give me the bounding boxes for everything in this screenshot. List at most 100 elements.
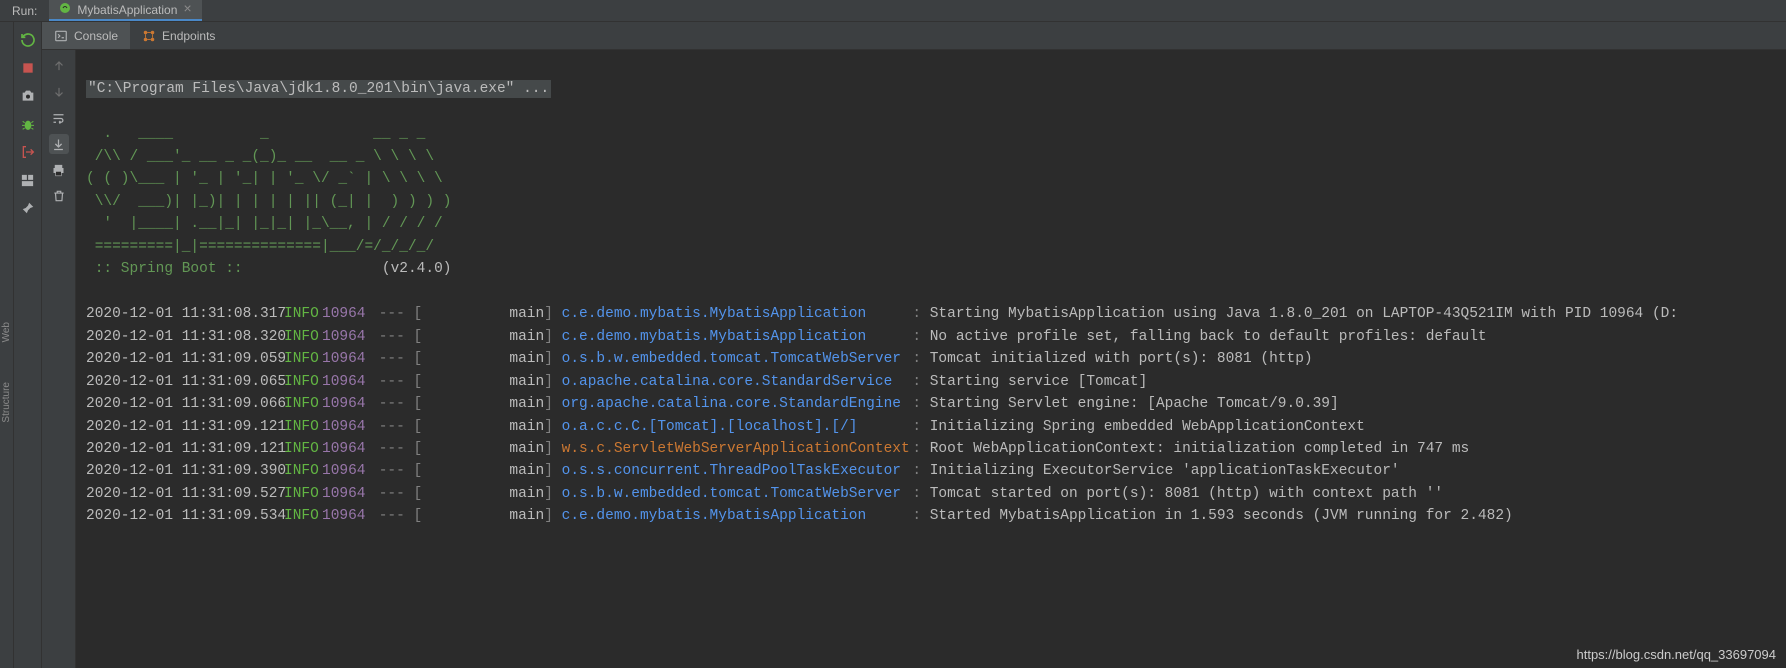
log-timestamp: 2020-12-01 11:31:09.527 xyxy=(86,483,284,505)
log-sep: ] xyxy=(544,483,561,505)
log-message: Tomcat initialized with port(s): 8081 (h… xyxy=(930,348,1313,370)
log-row: 2020-12-01 11:31:09.059INFO10964 --- [ma… xyxy=(86,348,1776,370)
log-sep: : xyxy=(904,326,930,348)
soft-wrap-icon[interactable] xyxy=(49,108,69,128)
log-row: 2020-12-01 11:31:09.534INFO10964 --- [ma… xyxy=(86,505,1776,527)
log-logger: o.a.c.c.C.[Tomcat].[localhost].[/] xyxy=(562,416,904,438)
log-message: Initializing Spring embedded WebApplicat… xyxy=(930,416,1365,438)
log-logger: org.apache.catalina.core.StandardEngine xyxy=(562,393,904,415)
log-thread: main xyxy=(422,348,544,370)
camera-icon[interactable] xyxy=(18,86,38,106)
log-logger: o.apache.catalina.core.StandardService xyxy=(562,371,904,393)
log-sep: --- [ xyxy=(370,371,422,393)
log-row: 2020-12-01 11:31:08.320INFO10964 --- [ma… xyxy=(86,326,1776,348)
log-thread: main xyxy=(422,505,544,527)
log-message: Root WebApplicationContext: initializati… xyxy=(930,438,1470,460)
log-logger: o.s.s.concurrent.ThreadPoolTaskExecutor xyxy=(562,460,904,482)
log-level: INFO xyxy=(284,371,322,393)
dump-threads-icon[interactable] xyxy=(18,114,38,134)
log-thread: main xyxy=(422,460,544,482)
log-message: Starting service [Tomcat] xyxy=(930,371,1148,393)
log-sep: : xyxy=(904,393,930,415)
log-pid: 10964 xyxy=(322,438,370,460)
banner-line: \\/ ___)| |_)| | | | | || (_| | ) ) ) ) xyxy=(86,194,451,210)
console-tab-label: Console xyxy=(74,29,118,43)
sub-tabs: Console Endpoints xyxy=(42,22,1786,50)
left-gutter: Web Structure xyxy=(0,22,14,668)
log-sep: ] xyxy=(544,438,561,460)
log-level: INFO xyxy=(284,303,322,325)
print-icon[interactable] xyxy=(49,160,69,180)
log-sep: --- [ xyxy=(370,505,422,527)
log-row: 2020-12-01 11:31:09.065INFO10964 --- [ma… xyxy=(86,371,1776,393)
log-thread: main xyxy=(422,393,544,415)
endpoints-tab[interactable]: Endpoints xyxy=(130,22,227,49)
log-sep: ] xyxy=(544,326,561,348)
log-sep: : xyxy=(904,483,930,505)
log-timestamp: 2020-12-01 11:31:09.121 xyxy=(86,438,284,460)
banner-line: =========|_|==============|___/=/_/_/_/ xyxy=(86,239,434,255)
web-sidebar-tab[interactable]: Web xyxy=(1,322,12,342)
log-pid: 10964 xyxy=(322,416,370,438)
console-tab[interactable]: Console xyxy=(42,22,130,49)
log-timestamp: 2020-12-01 11:31:09.059 xyxy=(86,348,284,370)
log-logger: w.s.c.ServletWebServerApplicationContext xyxy=(562,438,904,460)
log-timestamp: 2020-12-01 11:31:09.065 xyxy=(86,371,284,393)
log-pid: 10964 xyxy=(322,393,370,415)
banner-line: ' |____| .__|_| |_|_| |_\__, | / / / / xyxy=(86,216,443,232)
log-logger: o.s.b.w.embedded.tomcat.TomcatWebServer xyxy=(562,348,904,370)
scroll-end-icon[interactable] xyxy=(49,134,69,154)
rerun-icon[interactable] xyxy=(18,30,38,50)
log-pid: 10964 xyxy=(322,371,370,393)
run-config-tab[interactable]: MybatisApplication × xyxy=(49,0,201,21)
spring-boot-label: :: Spring Boot :: xyxy=(86,261,243,277)
log-level: INFO xyxy=(284,460,322,482)
banner-line: /\\ / ___'_ __ _ _(_)_ __ __ _ \ \ \ \ xyxy=(86,149,434,165)
clear-icon[interactable] xyxy=(49,186,69,206)
close-icon[interactable]: × xyxy=(183,2,191,18)
log-sep: : xyxy=(904,505,930,527)
log-sep: ] xyxy=(544,416,561,438)
log-timestamp: 2020-12-01 11:31:09.534 xyxy=(86,505,284,527)
run-label: Run: xyxy=(0,4,49,18)
log-thread: main xyxy=(422,326,544,348)
exit-icon[interactable] xyxy=(18,142,38,162)
log-logger: c.e.demo.mybatis.MybatisApplication xyxy=(562,505,904,527)
watermark: https://blog.csdn.net/qq_33697094 xyxy=(1577,647,1777,662)
console-output[interactable]: "C:\Program Files\Java\jdk1.8.0_201\bin\… xyxy=(76,50,1786,668)
structure-sidebar-tab[interactable]: Structure xyxy=(1,382,12,423)
log-pid: 10964 xyxy=(322,303,370,325)
log-row: 2020-12-01 11:31:09.390INFO10964 --- [ma… xyxy=(86,460,1776,482)
log-timestamp: 2020-12-01 11:31:08.317 xyxy=(86,303,284,325)
down-icon[interactable] xyxy=(49,82,69,102)
log-sep: --- [ xyxy=(370,348,422,370)
up-icon[interactable] xyxy=(49,56,69,76)
spring-version: (v2.4.0) xyxy=(243,261,452,277)
log-sep: : xyxy=(904,438,930,460)
log-sep: ] xyxy=(544,303,561,325)
log-timestamp: 2020-12-01 11:31:09.066 xyxy=(86,393,284,415)
console-wrapper: "C:\Program Files\Java\jdk1.8.0_201\bin\… xyxy=(42,50,1786,668)
log-message: Starting Servlet engine: [Apache Tomcat/… xyxy=(930,393,1339,415)
log-timestamp: 2020-12-01 11:31:09.121 xyxy=(86,416,284,438)
endpoints-tab-label: Endpoints xyxy=(162,29,215,43)
stop-icon[interactable] xyxy=(18,58,38,78)
log-sep: ] xyxy=(544,348,561,370)
log-row: 2020-12-01 11:31:09.066INFO10964 --- [ma… xyxy=(86,393,1776,415)
log-pid: 10964 xyxy=(322,483,370,505)
log-lines: 2020-12-01 11:31:08.317INFO10964 --- [ma… xyxy=(86,303,1776,528)
command-line: "C:\Program Files\Java\jdk1.8.0_201\bin\… xyxy=(86,80,551,98)
log-sep: --- [ xyxy=(370,303,422,325)
tab-title: MybatisApplication xyxy=(77,3,177,17)
log-sep: : xyxy=(904,371,930,393)
layout-icon[interactable] xyxy=(18,170,38,190)
log-sep: ] xyxy=(544,505,561,527)
log-level: INFO xyxy=(284,416,322,438)
pin-icon[interactable] xyxy=(18,198,38,218)
main-area: Web Structure Console xyxy=(0,22,1786,668)
log-level: INFO xyxy=(284,326,322,348)
log-sep: --- [ xyxy=(370,393,422,415)
log-thread: main xyxy=(422,483,544,505)
log-logger: o.s.b.w.embedded.tomcat.TomcatWebServer xyxy=(562,483,904,505)
log-pid: 10964 xyxy=(322,505,370,527)
